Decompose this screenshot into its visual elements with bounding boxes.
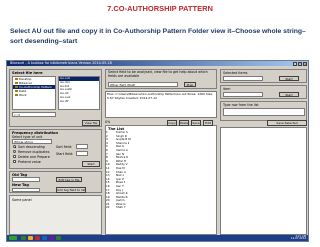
folder-icon [15,89,18,93]
save-selected-button[interactable]: Save Selected [267,120,307,126]
folder-item[interactable]: Work [13,93,55,97]
paste-button[interactable]: Paste [179,120,189,126]
minimize-button[interactable]: _ [293,61,297,66]
view-file-button[interactable]: View file [82,120,100,126]
sort-descending-label: Sort descending [18,145,45,149]
start-button[interactable] [9,236,17,240]
file-item[interactable]: Au.rtf [59,99,99,104]
type-row-label: Type row from the list [223,103,259,107]
taskbar-app-icon[interactable] [42,236,47,240]
unit-type-select[interactable]: Whole string [12,139,52,144]
item-panel: item Start [220,85,307,99]
pretend-value-label: Pretend value [18,160,41,164]
new-tag-label: New Tag [12,183,30,187]
select-file-panel: Select file here Desktop Bibexcel Co-Aut… [9,69,102,127]
new-tag-input[interactable] [12,187,40,192]
right-output-area[interactable] [220,127,307,235]
system-clock: 3:21 AM 12-07-2014 [290,235,306,241]
list-row-name: Shah Y [116,206,126,210]
list-row[interactable]: 22 Shah Y [106,206,216,210]
pretend-value-checkbox[interactable] [13,160,16,163]
sort-field-label: Sort field: [56,145,73,149]
bibexcel-screenshot: Bibexcel - A toolbox for bibliometrician… [6,60,309,242]
drive-select[interactable]: c: [] [12,112,56,117]
file-info-text: Files: C:\Users\Bibexcel\Co-Authorship P… [107,92,214,100]
type-row-input[interactable] [223,108,305,116]
list-row-count: 22 [106,206,110,210]
item-label: item [223,87,231,91]
type-row-panel: Type row from the list [220,101,307,121]
select-file-title: Select file here [12,71,43,75]
list-table[interactable]: 1 Kumar S 2 Singh R 3 Gupta B M 4 Sharma P 5 Rao … [106,131,216,210]
selected-start-button[interactable]: Start [279,75,299,81]
folder-tree[interactable]: Desktop Bibexcel Co-Authorship Pattern D… [12,76,56,110]
taskbar-app-icon[interactable] [49,236,54,240]
window-titlebar: Bibexcel - A toolbox for bibliometrician… [7,61,308,66]
item-input[interactable] [223,92,263,97]
taskbar-app-icon[interactable] [35,236,40,240]
frequency-start-button[interactable]: Start [82,161,100,167]
taskbar-app-icon[interactable] [28,236,33,240]
taskbar-app-icon[interactable] [56,236,61,240]
edit-tag-button[interactable]: Edit tag in file [56,176,82,182]
sort-field-input[interactable] [76,144,88,149]
old-tag-input[interactable] [12,177,40,182]
taskbar-app-icon[interactable] [21,236,26,240]
start-field-input[interactable] [76,151,88,156]
remove-duplicates-label: Remove duplicates [18,150,50,154]
save-button[interactable]: Save [191,120,201,126]
close-button[interactable]: × [303,61,307,66]
frequency-panel: Frequency distribution Select type of un… [9,129,102,169]
prep-button[interactable]: Prep [184,81,196,87]
selected-items-panel: Selected items Start [220,69,307,83]
folder-icon [15,93,18,97]
start-field-label: Start field: [56,152,74,156]
remove-duplicates-radio[interactable] [13,150,16,153]
clock-date: 12-07-2014 [290,237,306,241]
copy-button[interactable]: Copy [167,120,177,126]
instruction-text: Select AU out file and copy it in Co-Aut… [10,28,306,45]
delete-prepare-label: Delete one Prepare [18,155,50,159]
lower-panel-label: Some panel [12,198,32,202]
slide-title: 7.CO-AUTHORSHIP PATTERN [107,4,213,13]
file-info-box: Files: C:\Users\Bibexcel\Co-Authorship P… [105,91,217,118]
item-start-button[interactable]: Start [279,91,299,97]
selected-items-input[interactable] [223,76,263,81]
lower-left-panel: Some panel [9,195,102,235]
sort-descending-radio[interactable] [13,145,16,148]
file-list[interactable]: Au.out Au.doc Au.txt Au.out2 Au.cit Au.o… [58,76,100,110]
edit-field-panel: Select field to be analysed, view file t… [105,69,217,89]
edit-field-title: Select field to be analysed, view file t… [108,70,208,78]
the-list-panel: The List 1 Kumar S 2 Singh R 3 Gupta B M 4 Shar… [105,125,217,235]
edit-button[interactable]: Edit [203,120,213,126]
folder-icon [15,81,18,85]
tag-panel: Old Tag Edit tag in file New Tag Add tag… [9,171,102,193]
folder-open-icon [15,85,18,89]
progress-label: 0% [105,120,111,124]
delete-prepare-checkbox[interactable] [13,155,16,158]
taskbar: 3:21 AM 12-07-2014 [7,235,308,241]
selected-items-label: Selected items [223,71,248,75]
maximize-button[interactable]: □ [298,61,302,66]
add-tag-button[interactable]: Add tag field to list [56,187,86,193]
window-title: Bibexcel - A toolbox for bibliometrician… [10,61,112,65]
field-select[interactable]: Other field (that) [108,82,178,87]
the-list-title: The List [108,126,125,131]
folder-icon [15,77,18,81]
